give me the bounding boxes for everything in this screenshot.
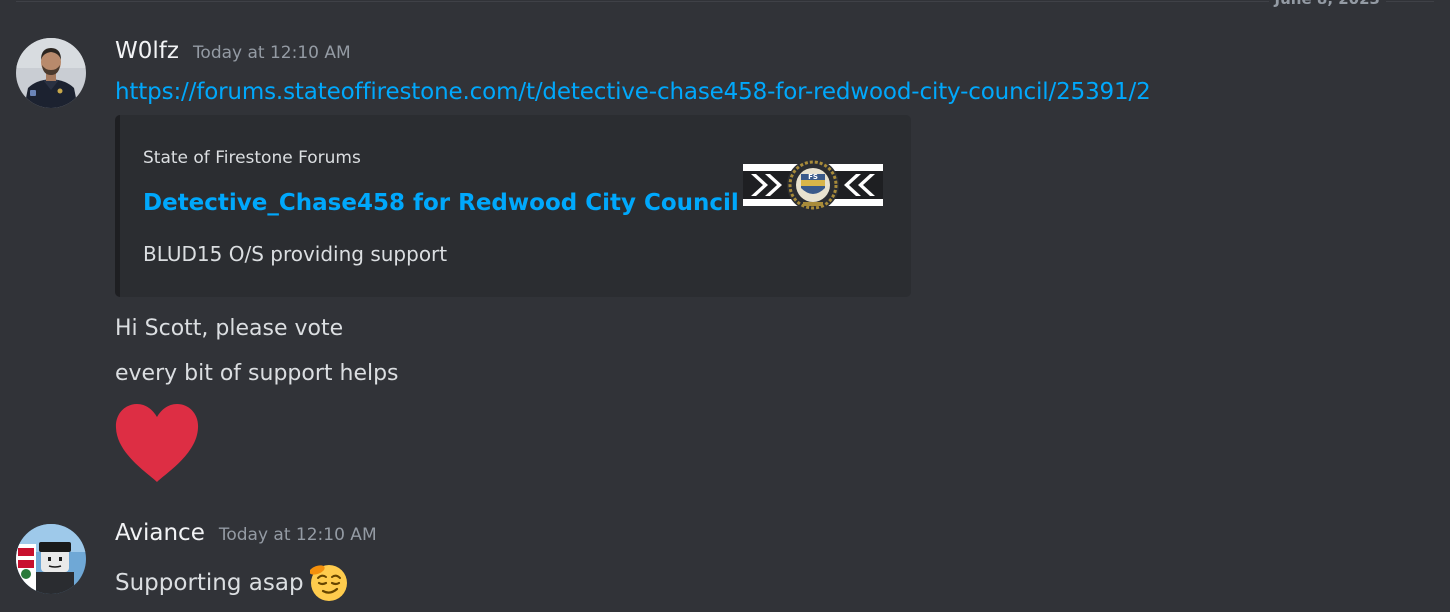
message-text-row: Supporting asap (115, 564, 348, 602)
roblox-character-avatar-icon (16, 524, 86, 594)
police-officer-avatar-icon (16, 38, 86, 108)
message-header: Aviance Today at 12:10 AM (115, 520, 377, 552)
red-heart-icon[interactable] (113, 404, 201, 484)
message-text: Hi Scott, please vote (115, 316, 344, 341)
message-header: W0lfz Today at 12:10 AM (115, 38, 351, 70)
logo-text: FS (808, 173, 818, 181)
username[interactable]: Aviance (115, 520, 205, 546)
avatar[interactable] (16, 524, 86, 594)
timestamp[interactable]: Today at 12:10 AM (193, 43, 351, 63)
date-divider: June 8, 2023 (16, 0, 1434, 8)
firestone-forum-logo-icon: FS (743, 159, 883, 211)
avatar[interactable] (16, 38, 86, 108)
smirking-face-icon[interactable] (308, 564, 348, 602)
embed-provider[interactable]: State of Firestone Forums (143, 148, 361, 168)
username[interactable]: W0lfz (115, 38, 179, 64)
embed-description: BLUD15 O/S providing support (143, 242, 448, 266)
message-text: every bit of support helps (115, 361, 399, 386)
message-link[interactable]: https://forums.stateoffirestone.com/t/de… (115, 79, 1151, 105)
chat-messages: June 8, 2023 (0, 0, 1450, 612)
message-text: Supporting asap (115, 570, 304, 596)
date-divider-label: June 8, 2023 (1268, 0, 1386, 8)
timestamp[interactable]: Today at 12:10 AM (219, 525, 377, 545)
link-embed: State of Firestone Forums Detective_Chas… (115, 115, 911, 297)
embed-thumbnail[interactable]: FS (743, 159, 883, 212)
embed-title[interactable]: Detective_Chase458 for Redwood City Coun… (143, 190, 739, 216)
